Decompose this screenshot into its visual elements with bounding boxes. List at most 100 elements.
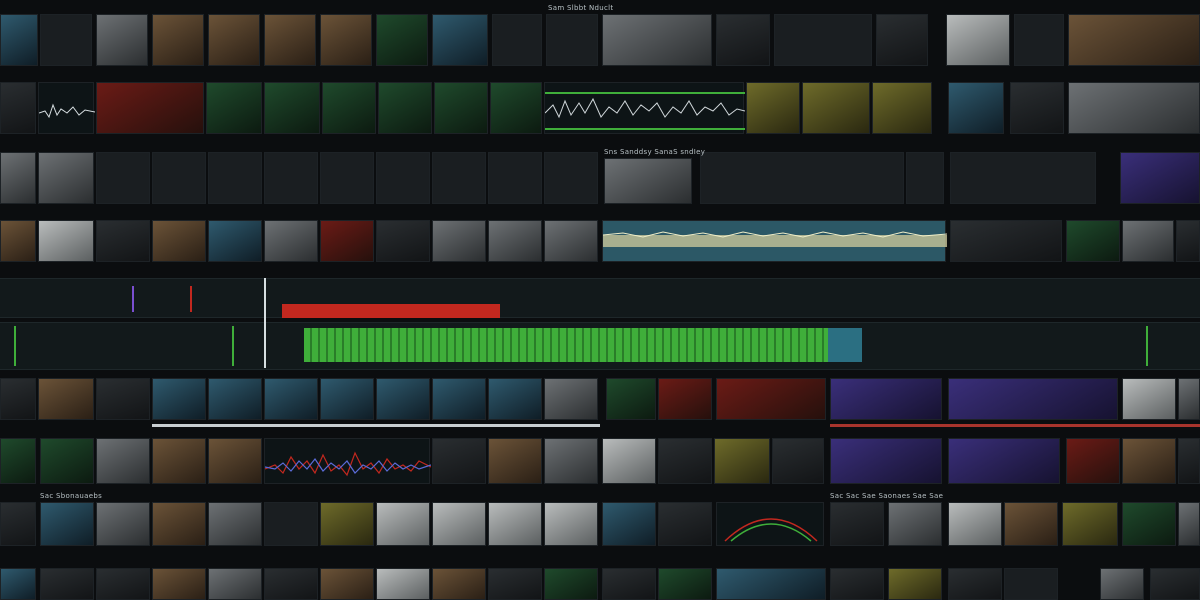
thumbnail[interactable] (716, 378, 826, 420)
thumbnail[interactable] (96, 220, 150, 262)
thumbnail[interactable] (96, 502, 150, 546)
thumbnail[interactable] (40, 438, 94, 484)
thumbnail[interactable] (946, 14, 1010, 66)
thumbnail[interactable] (602, 502, 656, 546)
thumbnail[interactable] (152, 378, 206, 420)
thumbnail[interactable] (948, 568, 1002, 600)
thumbnail[interactable] (376, 220, 430, 262)
thumbnail[interactable] (96, 378, 150, 420)
playhead[interactable] (264, 278, 266, 368)
thumbnail[interactable] (602, 14, 712, 66)
thumbnail[interactable] (152, 14, 204, 66)
thumbnail[interactable] (888, 568, 942, 600)
thumbnail[interactable] (208, 502, 262, 546)
thumbnail[interactable] (432, 152, 486, 204)
thumbnail[interactable] (264, 568, 318, 600)
thumbnail[interactable] (1150, 568, 1200, 600)
thumbnail[interactable] (950, 152, 1096, 204)
thumbnail[interactable] (96, 152, 150, 204)
thumbnail[interactable] (320, 568, 374, 600)
thumbnail[interactable] (152, 568, 206, 600)
thumbnail[interactable] (0, 14, 38, 66)
thumbnail[interactable] (906, 152, 944, 204)
thumbnail[interactable] (322, 82, 376, 134)
thumbnail[interactable] (1122, 502, 1176, 546)
thumbnail[interactable] (1068, 82, 1200, 134)
thumbnail[interactable] (376, 568, 430, 600)
thumbnail[interactable] (96, 568, 150, 600)
thumbnail[interactable] (152, 152, 206, 204)
thumbnail[interactable] (830, 378, 942, 420)
thumbnail[interactable] (714, 438, 770, 484)
thumbnail[interactable] (1100, 568, 1144, 600)
thumbnail[interactable] (38, 220, 94, 262)
thumbnail[interactable] (488, 378, 542, 420)
thumbnail[interactable] (1120, 152, 1200, 204)
thumbnail[interactable] (432, 378, 486, 420)
thumbnail[interactable] (1068, 14, 1200, 66)
thumbnail[interactable] (604, 158, 692, 204)
thumbnail[interactable] (1122, 438, 1176, 484)
thumbnail[interactable] (602, 438, 656, 484)
thumbnail[interactable] (264, 82, 320, 134)
thumbnail[interactable] (544, 220, 598, 262)
thumbnail[interactable] (658, 438, 712, 484)
thumbnail[interactable] (544, 438, 598, 484)
thumbnail[interactable] (264, 220, 318, 262)
thumbnail[interactable] (38, 152, 94, 204)
thumbnail[interactable] (0, 82, 36, 134)
thumbnail[interactable] (1178, 378, 1200, 420)
thumbnail[interactable] (0, 152, 36, 204)
thumbnail[interactable] (1122, 220, 1174, 262)
thumbnail[interactable] (492, 14, 542, 66)
timeline-track-1[interactable] (0, 278, 1200, 318)
thumbnail[interactable] (40, 502, 94, 546)
thumbnail[interactable] (658, 568, 712, 600)
thumbnail[interactable] (546, 14, 598, 66)
thumbnail[interactable] (1004, 568, 1058, 600)
timeline-clip-red[interactable] (282, 304, 500, 318)
thumbnail[interactable] (830, 502, 884, 546)
thumbnail[interactable] (1004, 502, 1058, 546)
thumbnail[interactable] (376, 378, 430, 420)
thumbnail[interactable] (320, 502, 374, 546)
thumbnail[interactable] (432, 14, 488, 66)
thumbnail[interactable] (0, 568, 36, 600)
thumbnail[interactable] (716, 14, 770, 66)
thumbnail[interactable] (948, 82, 1004, 134)
thumbnail[interactable] (320, 378, 374, 420)
thumbnail[interactable] (0, 378, 36, 420)
thumbnail[interactable] (378, 82, 432, 134)
thumbnail[interactable] (208, 152, 262, 204)
thumbnail[interactable] (152, 502, 206, 546)
thumbnail[interactable] (208, 378, 262, 420)
thumbnail[interactable] (38, 378, 94, 420)
thumbnail[interactable] (320, 14, 372, 66)
thumbnail[interactable] (0, 220, 36, 262)
thumbnail[interactable] (320, 220, 374, 262)
thumbnail[interactable] (700, 152, 904, 204)
thumbnail[interactable] (544, 378, 598, 420)
thumbnail[interactable] (802, 82, 870, 134)
thumbnail[interactable] (948, 378, 1118, 420)
thumbnail[interactable] (264, 378, 318, 420)
thumbnail[interactable] (772, 438, 824, 484)
thumbnail[interactable] (872, 82, 932, 134)
thumbnail[interactable] (1066, 220, 1120, 262)
thumbnail[interactable] (432, 220, 486, 262)
thumbnail[interactable] (208, 568, 262, 600)
thumbnail[interactable] (96, 438, 150, 484)
thumbnail[interactable] (746, 82, 800, 134)
thumbnail[interactable] (1014, 14, 1064, 66)
thumbnail[interactable] (544, 152, 598, 204)
thumbnail[interactable] (1010, 82, 1064, 134)
thumbnail[interactable] (264, 152, 318, 204)
thumbnail[interactable] (716, 568, 826, 600)
timeline-clip-teal[interactable] (828, 328, 862, 362)
thumbnail[interactable] (544, 502, 598, 546)
thumbnail[interactable] (606, 378, 656, 420)
thumbnail[interactable] (658, 378, 712, 420)
thumbnail[interactable] (488, 502, 542, 546)
thumbnail[interactable] (830, 568, 884, 600)
thumbnail[interactable] (376, 502, 430, 546)
